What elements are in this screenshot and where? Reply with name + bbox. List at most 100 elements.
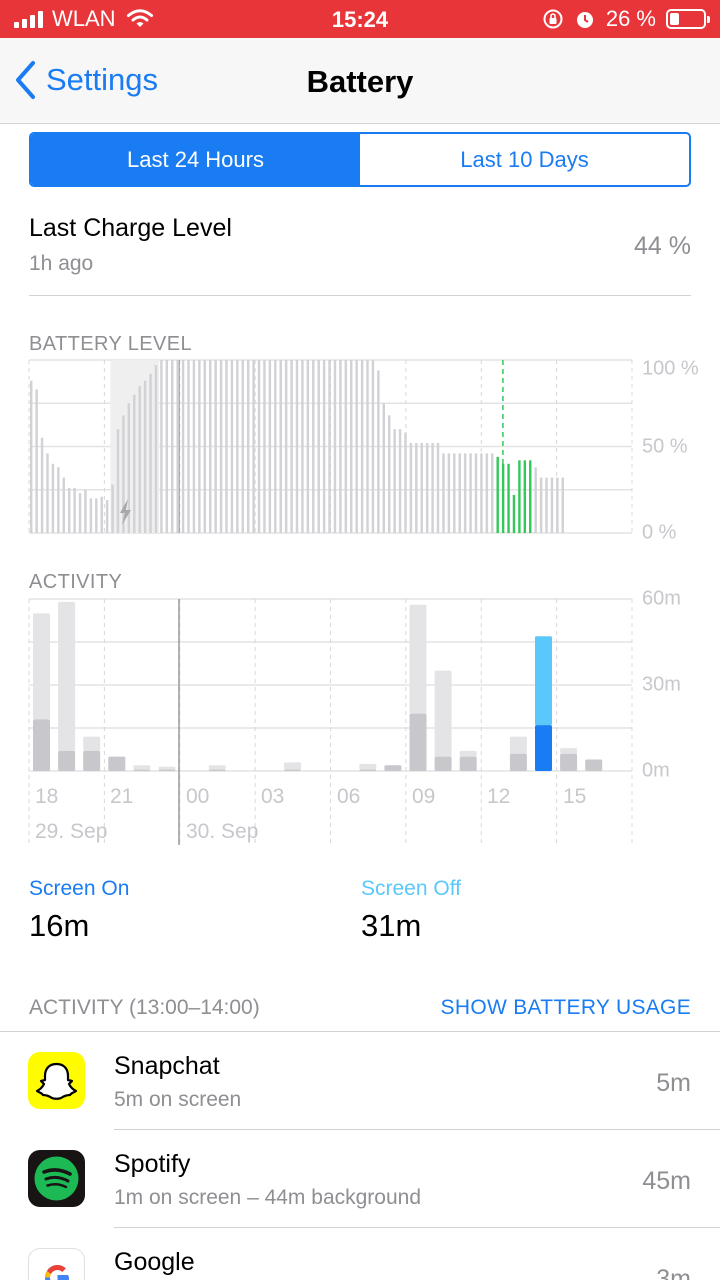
battery-y-tick: 100 %	[642, 357, 699, 379]
battery-bar	[491, 453, 494, 533]
app-time: 5m	[656, 1069, 691, 1097]
battery-bar	[133, 394, 136, 533]
app-row-snapchat[interactable]: Snapchat 5m on screen 5m	[0, 1032, 720, 1130]
screen-off-bar	[560, 748, 578, 754]
battery-bar	[187, 360, 190, 533]
google-icon	[28, 1248, 85, 1280]
show-battery-usage-button[interactable]: SHOW BATTERY USAGE	[441, 996, 691, 1020]
screen-on-bar	[33, 719, 50, 771]
battery-bar	[143, 380, 147, 533]
screen-on-bar	[585, 759, 603, 771]
battery-bar	[181, 360, 185, 533]
battery-bar	[290, 360, 293, 533]
battery-bar	[246, 360, 250, 533]
battery-bar	[257, 360, 261, 533]
activity-y-tick: 30m	[642, 673, 681, 695]
x-tick: 06	[337, 785, 360, 808]
battery-bar	[317, 360, 320, 533]
navigation-bar: Settings Battery	[0, 38, 720, 124]
battery-bar	[203, 360, 206, 533]
battery-bar	[518, 460, 521, 533]
battery-bar	[420, 443, 423, 533]
battery-bar	[149, 373, 152, 533]
screen-off-bar	[434, 670, 452, 757]
date-label: 30. Sep	[186, 820, 258, 843]
screen-on-bar	[359, 769, 377, 771]
battery-bar	[458, 453, 461, 533]
time-range-segmented-control: Last 24 Hours Last 10 Days	[29, 132, 691, 187]
battery-bar	[442, 453, 445, 533]
app-detail: 1m on screen – 44m background	[114, 1186, 422, 1209]
battery-bar	[534, 467, 537, 533]
battery-bar	[62, 477, 65, 533]
screen-off-bar	[83, 736, 101, 751]
page-title: Battery	[306, 64, 414, 99]
battery-bar	[431, 443, 434, 533]
screen-on-bar	[384, 765, 402, 771]
battery-bar	[154, 365, 158, 533]
activity-chart-body	[28, 598, 633, 845]
battery-bar	[550, 477, 554, 533]
activity-y-tick: 60m	[642, 590, 681, 609]
battery-bar	[89, 498, 93, 533]
segment-last-24-hours[interactable]: Last 24 Hours	[31, 134, 360, 185]
battery-bar	[111, 484, 114, 533]
battery-bar	[404, 432, 407, 533]
battery-bar	[485, 453, 489, 533]
last-charge-title: Last Charge Level	[29, 214, 232, 242]
battery-bar	[84, 489, 87, 533]
battery-bar	[30, 380, 33, 533]
app-name: Snapchat	[114, 1052, 220, 1080]
screen-on-bar	[434, 756, 452, 771]
battery-bar	[263, 360, 266, 533]
battery-bar	[350, 360, 353, 533]
battery-bar	[284, 360, 288, 533]
battery-bar	[138, 385, 141, 533]
battery-bar	[474, 453, 478, 533]
battery-bar	[306, 360, 310, 533]
segment-last-10-days[interactable]: Last 10 Days	[360, 134, 689, 185]
battery-bar	[192, 360, 196, 533]
battery-bar	[355, 360, 358, 533]
battery-bar	[176, 360, 179, 533]
screen-off-bar	[459, 750, 477, 757]
activity-period-label: ACTIVITY (13:00–14:00)	[29, 996, 260, 1019]
x-tick: 18	[35, 785, 58, 808]
battery-bar	[295, 360, 299, 533]
snapchat-icon	[28, 1052, 85, 1109]
screen-on-bar	[158, 769, 176, 771]
battery-bar	[78, 493, 82, 533]
battery-bar	[344, 360, 348, 533]
alarm-icon	[576, 12, 593, 28]
x-tick: 03	[261, 785, 284, 808]
battery-bar	[523, 460, 527, 533]
battery-chart-body	[28, 359, 633, 534]
app-name: Google	[114, 1248, 195, 1276]
battery-bar	[415, 443, 418, 533]
screen-off-bar	[133, 765, 151, 770]
app-row-google[interactable]: Google 3m	[0, 1228, 720, 1280]
screen-on-bar	[509, 753, 527, 771]
screen-on-bar	[108, 756, 126, 771]
battery-bar	[225, 360, 228, 533]
battery-bar	[322, 360, 326, 533]
screen-on-bar	[560, 753, 578, 771]
app-row-spotify[interactable]: Spotify 1m on screen – 44m background 45…	[0, 1130, 720, 1228]
app-name: Spotify	[114, 1150, 191, 1178]
battery-bar	[382, 403, 385, 533]
activity-chart[interactable]: 60m 30m 0m 18 21 00 03 06 09 12 15 29. S…	[0, 590, 720, 850]
status-bar: WLAN 15:24 26 %	[0, 0, 720, 38]
screen-on-bar	[284, 769, 301, 771]
battery-bar	[556, 477, 559, 533]
screen-off-value: 31m	[361, 908, 422, 943]
battery-level-chart[interactable]: 100 % 50 % 0 %	[0, 355, 720, 555]
activity-y-tick: 0m	[642, 759, 670, 781]
screen-off-bar	[33, 613, 50, 720]
battery-bar	[388, 415, 391, 533]
battery-bar	[393, 429, 396, 533]
battery-bar	[122, 415, 125, 533]
screen-on-bar	[133, 769, 151, 771]
x-tick: 15	[563, 785, 586, 808]
battery-percent: 26 %	[605, 6, 656, 31]
battery-bar	[46, 453, 49, 533]
